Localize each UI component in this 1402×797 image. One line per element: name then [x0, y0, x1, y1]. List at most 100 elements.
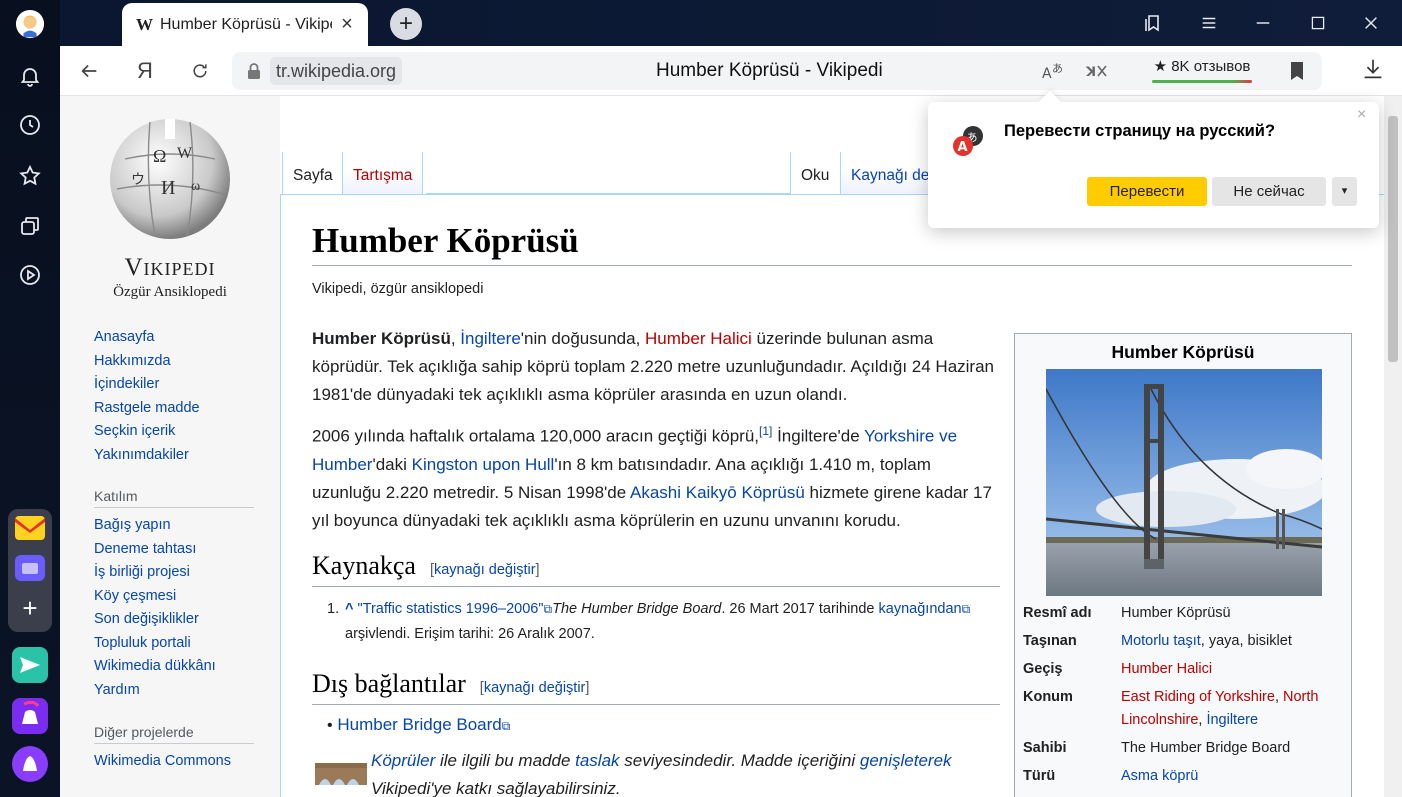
tab-read[interactable]: Oku: [790, 152, 840, 194]
ref-backlink[interactable]: ^: [345, 601, 353, 617]
link-kingston[interactable]: Kingston upon Hull: [412, 455, 555, 474]
translate-button[interactable]: Перевести: [1087, 177, 1207, 206]
profile-avatar[interactable]: [12, 6, 48, 42]
lock-icon[interactable]: [244, 61, 264, 81]
scrollbar-thumb[interactable]: [1388, 116, 1398, 362]
link-akashi[interactable]: Akashi Kaikyō Köprüsü: [630, 483, 805, 502]
link-asma-kopru[interactable]: Asma köprü: [1121, 768, 1198, 784]
infobox-key: Taşınan: [1023, 633, 1077, 649]
nav-link-isbirligi[interactable]: İş birliği projesi: [94, 561, 254, 585]
infobox-value: Humber Köprüsü: [1121, 605, 1231, 621]
reader-mode-icon[interactable]: ꓘ: [1082, 58, 1112, 84]
text: 'daki: [372, 454, 412, 474]
nav-link-seckin[interactable]: Seçkin içerik: [94, 420, 254, 444]
bell-icon[interactable]: [12, 58, 48, 94]
minimize-icon[interactable]: [1248, 8, 1278, 38]
address-bar[interactable]: tr.wikipedia.org Humber Köprüsü - Vikipe…: [232, 52, 1322, 90]
link-humber-halici[interactable]: Humber Halici: [645, 329, 752, 348]
mail-icon[interactable]: [15, 516, 45, 540]
bold-term: Humber Köprüsü: [312, 329, 451, 348]
humber-board-link[interactable]: Humber Bridge Board: [337, 715, 501, 734]
link-motorlu-tasit[interactable]: Motorlu taşıt: [1121, 633, 1201, 649]
link-east-riding[interactable]: East Riding of Yorkshire: [1121, 689, 1275, 705]
nav-link-yakinimdakiler[interactable]: Yakınımdakiler: [94, 444, 254, 468]
edit-section: [kaynağı değiştir]: [479, 680, 590, 696]
link-taslak[interactable]: taslak: [575, 751, 619, 770]
text: seviyesindedir. Madde içeriğini: [619, 751, 860, 770]
nav-link-hakkimizda[interactable]: Hakkımızda: [94, 350, 254, 374]
translate-question: Перевести страницу на русский?: [1004, 122, 1276, 140]
play-icon[interactable]: [12, 257, 48, 293]
alice-icon[interactable]: [12, 746, 48, 782]
nav-link-deneme[interactable]: Deneme tahtası: [94, 538, 254, 562]
nav-link-icindekiler[interactable]: İçindekiler: [94, 373, 254, 397]
text: arşivlendi. Erişim tarihi: 26 Aralık 200…: [345, 626, 595, 642]
send-icon[interactable]: [12, 647, 48, 683]
nav-link-yardim[interactable]: Yardım: [94, 679, 254, 703]
ref-publisher: The Humber Bridge Board: [552, 601, 722, 617]
section-heading-refs: Kaynakça [kaynağı değiştir]: [312, 551, 1000, 587]
reload-icon[interactable]: [185, 56, 215, 86]
download-icon[interactable]: [1360, 56, 1388, 84]
bridge-photo[interactable]: [1046, 369, 1322, 596]
more-options-chevron-icon[interactable]: ▾: [1332, 177, 1357, 206]
tab-page[interactable]: Sayfa: [282, 152, 343, 194]
ref-title-link[interactable]: "Traffic statistics 1996–2006": [358, 601, 544, 617]
archive-link[interactable]: kaynağından: [879, 601, 962, 617]
bookmark-icon[interactable]: [1286, 60, 1308, 82]
yandex-button[interactable]: Я: [130, 56, 160, 86]
translate-popup: あ A Перевести страницу на русский? × Пер…: [928, 90, 1379, 228]
nav-link-son[interactable]: Son değişiklikler: [94, 608, 254, 632]
text: ,: [1274, 689, 1284, 705]
messenger-icon[interactable]: [15, 555, 45, 581]
add-service-icon[interactable]: +: [18, 595, 42, 621]
domain-chip[interactable]: tr.wikipedia.org: [270, 57, 403, 85]
new-tab-button[interactable]: +: [390, 8, 422, 40]
nav-link-koy[interactable]: Köy çeşmesi: [94, 585, 254, 609]
nav-link-bagis[interactable]: Bağış yapın: [94, 514, 254, 538]
nav-link-rastgele[interactable]: Rastgele madde: [94, 397, 254, 421]
section-heading-external: Dış bağlantılar [kaynağı değiştir]: [312, 669, 1000, 705]
svg-text:И: И: [161, 177, 175, 199]
link-kopruler[interactable]: Köprüler: [371, 751, 435, 770]
scrollbar[interactable]: [1384, 96, 1402, 797]
nav-link-topluluk[interactable]: Topluluk portali: [94, 632, 254, 656]
infobox-key: Sahibi: [1023, 740, 1067, 756]
collections-icon[interactable]: [1138, 8, 1168, 38]
back-icon[interactable]: [74, 56, 104, 86]
svg-text:ω: ω: [191, 179, 200, 194]
logo-tagline: Özgür Ansiklopedi: [113, 284, 227, 300]
star-icon[interactable]: [12, 158, 48, 194]
link-humber-halici[interactable]: Humber Halici: [1121, 661, 1212, 677]
translate-icon[interactable]: Aあ: [1040, 58, 1068, 84]
link-ingiltere[interactable]: İngiltere: [1206, 712, 1258, 728]
close-window-icon[interactable]: [1356, 8, 1386, 38]
alice-shop-icon[interactable]: [12, 698, 48, 734]
link-ingiltere[interactable]: İngiltere: [460, 329, 520, 348]
infobox-title: Humber Köprüsü: [1111, 342, 1255, 362]
maximize-icon[interactable]: [1303, 8, 1333, 38]
intro-paragraph: Humber Köprüsü, İngiltere'nin doğusunda,…: [312, 325, 1002, 409]
nav-main: Anasayfa Hakkımızda İçindekiler Rastgele…: [94, 326, 254, 467]
wiki-logo[interactable]: Ω W И ω ウ Vikipedi Özgür Ansiklopedi: [100, 114, 240, 300]
tabs-icon[interactable]: [12, 208, 48, 244]
edit-section-link[interactable]: kaynağı değiştir: [484, 680, 586, 696]
tab-humber[interactable]: W Humber Köprüsü - Vikipedi ×: [122, 3, 368, 46]
close-popup-icon[interactable]: ×: [1357, 107, 1371, 123]
not-now-button[interactable]: Не сейчас: [1212, 177, 1326, 206]
section-title: Dış bağlantılar: [312, 669, 466, 698]
external-link-icon: ⧉: [501, 719, 511, 733]
history-icon[interactable]: [12, 107, 48, 143]
menu-icon[interactable]: [1194, 8, 1224, 38]
tab-talk[interactable]: Tartışma: [342, 152, 424, 194]
edit-section-link[interactable]: kaynağı değiştir: [434, 562, 536, 578]
nav-link-dukkan[interactable]: Wikimedia dükkânı: [94, 655, 254, 679]
close-tab-icon[interactable]: ×: [338, 14, 356, 34]
nav-link-anasayfa[interactable]: Anasayfa: [94, 326, 254, 350]
tab-title: Humber Köprüsü - Vikipedi: [160, 15, 332, 33]
infobox-value: Asma köprü: [1121, 765, 1343, 788]
nav-link-commons[interactable]: Wikimedia Commons: [94, 750, 254, 774]
reviews-badge[interactable]: ★ 8K отзывов: [1148, 56, 1256, 86]
ref-marker[interactable]: [1]: [759, 424, 772, 438]
link-genisleterek[interactable]: genişleterek: [860, 751, 952, 770]
